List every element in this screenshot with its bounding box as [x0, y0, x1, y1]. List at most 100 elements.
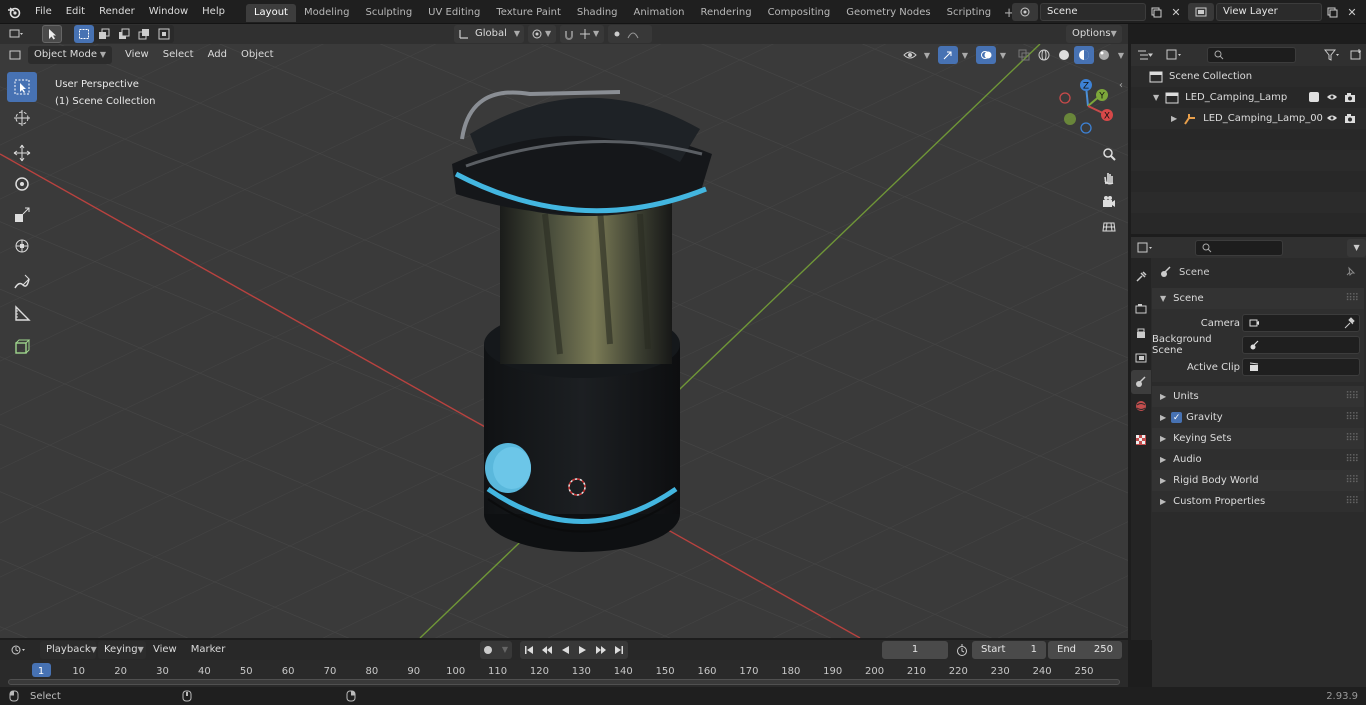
- menu-window[interactable]: Window: [142, 0, 195, 24]
- output-tab-icon[interactable]: [1131, 322, 1151, 346]
- jump-end-icon[interactable]: [610, 641, 628, 659]
- keying-sets-panel-header[interactable]: ▶ Keying Sets ⠿⠿: [1152, 428, 1364, 449]
- visibility-icon[interactable]: [900, 46, 920, 64]
- timeline-scrollbar[interactable]: [8, 679, 1120, 685]
- gizmo-neg-y-icon[interactable]: [1064, 113, 1076, 125]
- render-tab-icon[interactable]: [1131, 296, 1151, 322]
- gizmo-chevron-icon[interactable]: ▼: [958, 46, 972, 64]
- properties-search-input[interactable]: [1195, 239, 1284, 256]
- menu-file[interactable]: File: [28, 0, 59, 24]
- scene-tab-icon[interactable]: [1131, 370, 1151, 394]
- rigid-body-panel-header[interactable]: ▶ Rigid Body World ⠿⠿: [1152, 470, 1364, 491]
- zoom-icon[interactable]: [1098, 142, 1120, 166]
- tab-shading[interactable]: Shading: [569, 4, 626, 22]
- gizmo-neg-z-icon[interactable]: [1080, 122, 1092, 134]
- pivot-point-dropdown[interactable]: ▼: [528, 25, 556, 43]
- shading-material-icon[interactable]: [1074, 46, 1094, 64]
- exclude-checkbox[interactable]: [1309, 92, 1319, 102]
- snap-toggle[interactable]: ▼: [560, 25, 604, 43]
- viewport-menu-view[interactable]: View: [118, 44, 156, 66]
- pan-hand-icon[interactable]: [1098, 166, 1120, 190]
- units-panel-header[interactable]: ▶ Units ⠿⠿: [1152, 386, 1364, 407]
- keying-dropdown[interactable]: Keying ▼: [98, 641, 146, 659]
- active-clip-field[interactable]: [1242, 358, 1360, 376]
- measure-tool-icon[interactable]: [7, 298, 37, 328]
- overlays-chevron-icon[interactable]: ▼: [996, 46, 1010, 64]
- view-layer-close-icon[interactable]: ✕: [1342, 3, 1362, 21]
- shading-solid-icon[interactable]: [1054, 46, 1074, 64]
- expand-right-icon[interactable]: ▶: [1171, 114, 1177, 123]
- timeline-frames[interactable]: 1 10 20 30 40 50 60 70 80 90 100 110 120 130 140 150 160…: [0, 660, 1128, 687]
- eyedropper-icon[interactable]: [1343, 317, 1355, 329]
- display-mode-icon[interactable]: [1160, 46, 1189, 64]
- select-subtract-icon[interactable]: [114, 25, 134, 43]
- tab-sculpting[interactable]: Sculpting: [357, 4, 420, 22]
- tab-layout[interactable]: Layout: [245, 4, 296, 22]
- view-layer-icon[interactable]: [1188, 3, 1214, 21]
- add-cube-tool-icon[interactable]: [7, 332, 37, 362]
- current-frame-field[interactable]: 1: [882, 641, 948, 659]
- custom-properties-panel-header[interactable]: ▶ Custom Properties ⠿⠿: [1152, 491, 1364, 512]
- custom-drag-handle-icon[interactable]: ⠿⠿: [1345, 496, 1359, 507]
- camera-field[interactable]: [1242, 314, 1360, 332]
- shading-chevron-icon[interactable]: ▼: [1114, 46, 1128, 64]
- pin-icon[interactable]: [1344, 266, 1356, 278]
- gravity-drag-handle-icon[interactable]: ⠿⠿: [1345, 412, 1359, 423]
- tab-uv-editing[interactable]: UV Editing: [420, 4, 488, 22]
- gravity-panel-header[interactable]: ▶ ✓ Gravity ⠿⠿: [1152, 407, 1364, 428]
- properties-options-chevron-icon[interactable]: ▼: [1347, 238, 1366, 257]
- world-tab-icon[interactable]: [1131, 394, 1151, 418]
- scene-panel-header[interactable]: ▼ Scene ⠿⠿: [1152, 288, 1364, 309]
- viewport-menu-object[interactable]: Object: [234, 44, 281, 66]
- timeline-menu-marker[interactable]: Marker: [184, 640, 233, 660]
- properties-editor-icon[interactable]: [1131, 239, 1159, 257]
- 3d-viewport[interactable]: [0, 44, 1128, 638]
- select-invert-icon[interactable]: [134, 25, 154, 43]
- end-frame-field[interactable]: End 250: [1048, 641, 1122, 659]
- transform-orientation-dropdown[interactable]: Global ▼: [454, 25, 524, 43]
- menu-edit[interactable]: Edit: [59, 0, 92, 24]
- gizmo-toggle-icon[interactable]: [938, 46, 958, 64]
- tab-geometry-nodes[interactable]: Geometry Nodes: [838, 4, 938, 22]
- play-icon[interactable]: [574, 641, 592, 659]
- select-new-icon[interactable]: [74, 25, 94, 43]
- menu-help[interactable]: Help: [195, 0, 232, 24]
- expand-down-icon[interactable]: ▼: [1153, 93, 1159, 102]
- audio-drag-handle-icon[interactable]: ⠿⠿: [1345, 454, 1359, 465]
- play-reverse-icon[interactable]: [556, 641, 574, 659]
- tab-scripting[interactable]: Scripting: [939, 4, 999, 22]
- audio-panel-header[interactable]: ▶ Audio ⠿⠿: [1152, 449, 1364, 470]
- drag-handle-icon[interactable]: ⠿⠿: [1345, 293, 1359, 304]
- view-layer-copy-icon[interactable]: [1322, 3, 1342, 21]
- object-visibility-eye-icon[interactable]: [1326, 113, 1338, 123]
- rotate-tool-icon[interactable]: [7, 169, 37, 199]
- filter-icon[interactable]: [1318, 46, 1347, 64]
- transform-tool-icon[interactable]: [7, 231, 37, 261]
- tab-modeling[interactable]: Modeling: [296, 4, 358, 22]
- scale-tool-icon[interactable]: [7, 200, 37, 230]
- blender-logo-icon[interactable]: [0, 3, 28, 21]
- preview-range-stopwatch-icon[interactable]: [952, 641, 972, 659]
- view-layer-field[interactable]: View Layer: [1216, 3, 1322, 21]
- prev-keyframe-icon[interactable]: [538, 641, 556, 659]
- timeline-editor-icon[interactable]: [4, 641, 34, 659]
- ortho-grid-icon[interactable]: [1098, 214, 1120, 238]
- proportional-edit-toggle[interactable]: [608, 25, 652, 43]
- annotate-tool-icon[interactable]: [7, 267, 37, 297]
- outliner-row-scene-collection[interactable]: Scene Collection: [1131, 66, 1366, 87]
- options-dropdown[interactable]: Options ▼: [1066, 25, 1122, 43]
- tab-compositing[interactable]: Compositing: [760, 4, 839, 22]
- visibility-chevron-icon[interactable]: ▼: [920, 46, 934, 64]
- scene-name-field[interactable]: Scene: [1040, 3, 1146, 21]
- tool-tab-icon[interactable]: [1131, 264, 1151, 290]
- auto-keying-toggle[interactable]: ▼: [480, 641, 512, 659]
- scene-close-icon[interactable]: ✕: [1166, 3, 1186, 21]
- cursor-tool-icon[interactable]: [7, 103, 37, 133]
- shading-rendered-icon[interactable]: [1094, 46, 1114, 64]
- editor-type-icon[interactable]: [0, 25, 34, 43]
- outliner-search-input[interactable]: [1206, 47, 1296, 63]
- viewport-editor-type-icon[interactable]: [6, 46, 26, 64]
- gizmo-neg-x-icon[interactable]: [1059, 92, 1071, 104]
- select-tool-icon[interactable]: [42, 25, 62, 43]
- select-intersect-icon[interactable]: [154, 25, 174, 43]
